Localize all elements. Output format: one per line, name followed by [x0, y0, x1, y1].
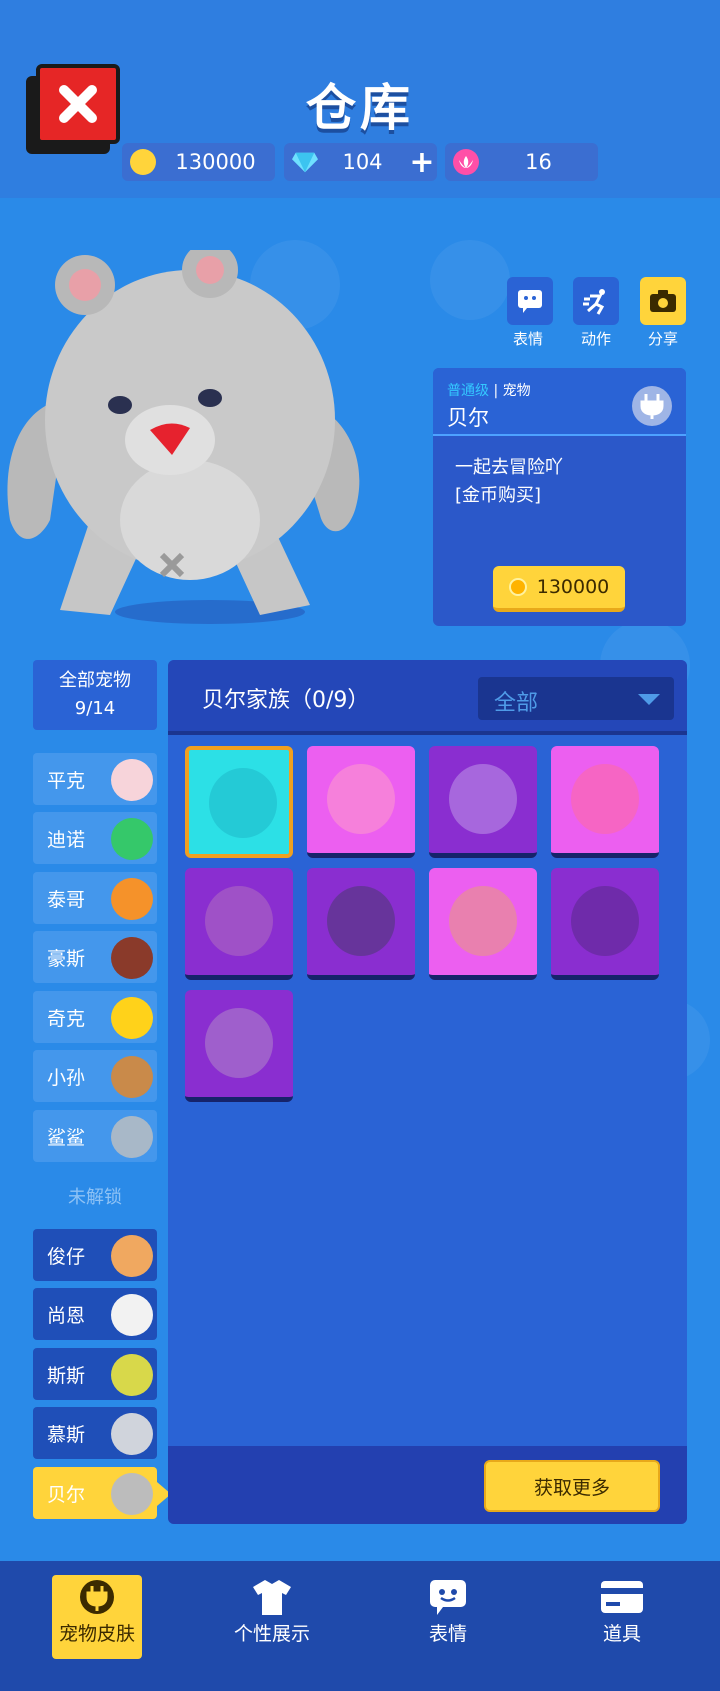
tab-pet-skins[interactable]: 宠物皮肤 — [52, 1575, 142, 1659]
buy-button[interactable]: 130000 — [493, 566, 625, 612]
bottom-tab-bar: 宠物皮肤 个性展示 表情 道具 — [0, 1561, 720, 1691]
page-title: 仓库 — [306, 79, 414, 137]
emoji-action-label: 表情 — [512, 330, 543, 348]
panel-title: 贝尔家族（0/9） — [202, 688, 370, 713]
shiba-avatar-icon — [111, 1235, 153, 1277]
horse-avatar-icon — [111, 937, 153, 979]
tab-emotes-label: 表情 — [428, 1623, 467, 1645]
tab-emotes[interactable]: 表情 — [388, 1575, 508, 1659]
coin-icon — [508, 578, 527, 596]
share-action-label: 分享 — [647, 330, 678, 348]
diamond-icon — [292, 149, 318, 175]
filter-value: 全部 — [494, 691, 539, 716]
skins-panel: 贝尔家族（0/9） 全部 获取更多 — [168, 660, 687, 1524]
shirt-icon — [253, 1580, 291, 1615]
all-pets-count: 9/14 — [74, 698, 116, 719]
coin-value: 130000 — [175, 150, 256, 174]
diamond-value: 104 — [342, 150, 383, 174]
pig-avatar-icon — [111, 759, 153, 801]
sidebar-item-pinke[interactable]: 平克 — [33, 753, 157, 805]
sidebar-item-snake[interactable]: 斯斯 — [33, 1348, 157, 1400]
snake-avatar-icon — [111, 1354, 153, 1396]
skin-tile[interactable] — [185, 868, 293, 980]
tab-items-label: 道具 — [602, 1623, 641, 1645]
plug-icon — [632, 386, 672, 426]
sidebar-item-shark[interactable]: 鲨鲨 — [33, 1110, 157, 1162]
skin-tile[interactable] — [429, 868, 537, 980]
tab-profile-display[interactable]: 个性展示 — [212, 1575, 332, 1659]
buy-price: 130000 — [536, 576, 610, 598]
tab-pet-skins-label: 宠物皮肤 — [58, 1623, 135, 1645]
camera-icon — [650, 290, 676, 312]
locked-section-label: 未解锁 — [68, 1187, 122, 1208]
motion-icon — [583, 289, 605, 315]
monkey-avatar-icon — [111, 1056, 153, 1098]
emoji-icon — [430, 1580, 466, 1615]
skin-tile[interactable] — [185, 746, 293, 858]
emoji-icon — [518, 290, 542, 313]
motion-action-button[interactable] — [573, 277, 619, 325]
lotus-icon — [453, 149, 479, 175]
skin-tile[interactable] — [551, 868, 659, 980]
diamond-counter[interactable]: 104 + — [284, 143, 437, 181]
sidebar-item-horse[interactable]: 豪斯 — [33, 931, 157, 983]
plug-icon — [80, 1580, 114, 1614]
ticket-counter: 16 — [445, 143, 598, 181]
sidebar-item-sheep[interactable]: 尚恩 — [33, 1288, 157, 1340]
bear-avatar-icon — [111, 1473, 153, 1515]
chick-avatar-icon — [111, 997, 153, 1039]
coin-counter: 130000 — [122, 143, 275, 181]
skin-tile[interactable] — [429, 746, 537, 858]
sidebar-item-shiba[interactable]: 俊仔 — [33, 1229, 157, 1281]
sidebar-item-monkey[interactable]: 小孙 — [33, 1050, 157, 1102]
skin-tile[interactable] — [307, 746, 415, 858]
skin-tile[interactable] — [185, 990, 293, 1102]
all-pets-button[interactable]: 全部宠物 9/14 — [33, 660, 157, 730]
card-icon — [601, 1581, 643, 1613]
pet-acquire-method: [金币购买] — [455, 485, 542, 506]
sheep-avatar-icon — [111, 1294, 153, 1336]
skin-tile[interactable] — [551, 746, 659, 858]
filter-dropdown[interactable]: 全部 — [478, 677, 674, 720]
get-more-button[interactable]: 获取更多 — [484, 1460, 660, 1512]
emoji-action-button[interactable] — [507, 277, 553, 325]
mouse-avatar-icon — [111, 1413, 153, 1455]
ticket-value: 16 — [525, 150, 552, 174]
sidebar-item-mouse[interactable]: 慕斯 — [33, 1407, 157, 1459]
shark-avatar-icon — [111, 1116, 153, 1158]
chevron-down-icon — [638, 694, 660, 705]
motion-action-label: 动作 — [580, 330, 611, 348]
pet-bear-model[interactable] — [0, 250, 380, 630]
sidebar-item-bear[interactable]: 贝尔 — [33, 1467, 157, 1519]
all-pets-label: 全部宠物 — [59, 670, 131, 691]
add-diamond-button[interactable]: + — [407, 145, 437, 180]
coin-icon — [130, 149, 156, 175]
tab-profile-display-label: 个性展示 — [233, 1623, 310, 1645]
pet-info-card: 普通级 | 宠物 贝尔 一起去冒险吖 [金币购买] 130000 — [433, 368, 686, 626]
tab-items[interactable]: 道具 — [562, 1575, 682, 1659]
sidebar-item-tiger[interactable]: 泰哥 — [33, 872, 157, 924]
share-action-button[interactable] — [640, 277, 686, 325]
dino-avatar-icon — [111, 818, 153, 860]
skin-tile[interactable] — [307, 868, 415, 980]
sidebar-item-chick[interactable]: 奇克 — [33, 991, 157, 1043]
tiger-avatar-icon — [111, 878, 153, 920]
pet-description: 一起去冒险吖 — [455, 457, 563, 478]
sidebar-item-dino[interactable]: 迪诺 — [33, 812, 157, 864]
